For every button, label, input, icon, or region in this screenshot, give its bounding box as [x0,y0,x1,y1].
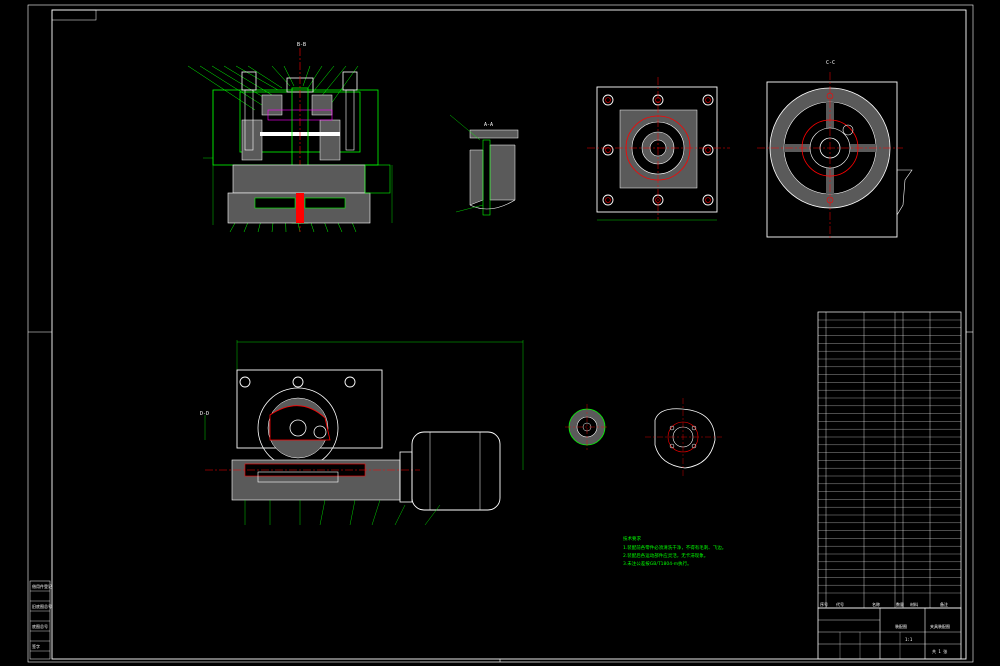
cad-drawing-sheet: 借用件登记 旧底图总号 底图总号 签字 B-B A-A C-C D-D 技术要求… [27,4,974,663]
view-label-detail: A-A [484,122,493,128]
small-part-view-1 [565,404,609,450]
bom-header-name: 名称 [872,601,880,607]
small-part-view-2 [645,398,722,478]
bom-header-code: 代号 [836,601,844,607]
top-square-view [587,77,730,221]
bom-header-qty: 数量 [896,601,904,607]
strip-label-1: 借用件登记 [32,583,52,589]
detail-view: A-A [449,114,519,216]
title-block-sheet: 共 1 张 [932,648,947,654]
round-side-view: C-C [757,60,913,240]
strip-label-7: 签字 [32,643,40,649]
bom-header-material: 材料 [910,601,918,607]
title-block-company: 装配图 [895,623,907,629]
strip-label-3: 旧底图总号 [32,603,52,609]
view-label-side: C-C [826,60,835,66]
bom-header-no: 序号 [820,601,828,607]
bom-header-remark: 备注 [940,601,948,607]
left-registration-strip: 借用件登记 旧底图总号 底图总号 签字 [29,580,52,660]
title-block-drawing-name: 夹具装配图 [930,623,950,629]
view-label-plan: D-D [200,411,209,417]
technical-notes: 技术要求 1.装配前各零件必须清洗干净，不得有毛刺、飞边。 2.装配后各运动部件… [623,535,726,567]
strip-label-5: 底图总号 [32,623,48,629]
bom-header-row: 序号 代号 名称 数量 材料 备注 [820,601,948,607]
view-label-top: B-B [297,42,306,48]
front-section-view: B-B [187,42,393,233]
tech-note-line-2: 2.装配后各运动部件应灵活，无卡滞现象。 [623,552,708,559]
title-block-scale: 1:1 [905,637,913,642]
plan-view: D-D [200,340,524,526]
bill-of-materials: 序号 代号 名称 数量 材料 备注 [817,311,962,609]
tech-note-line-1: 1.装配前各零件必须清洗干净，不得有毛刺、飞边。 [623,544,726,551]
tech-note-line-3: 3.未注公差按GB/T1804-m执行。 [623,560,692,567]
tech-notes-title: 技术要求 [623,535,641,542]
